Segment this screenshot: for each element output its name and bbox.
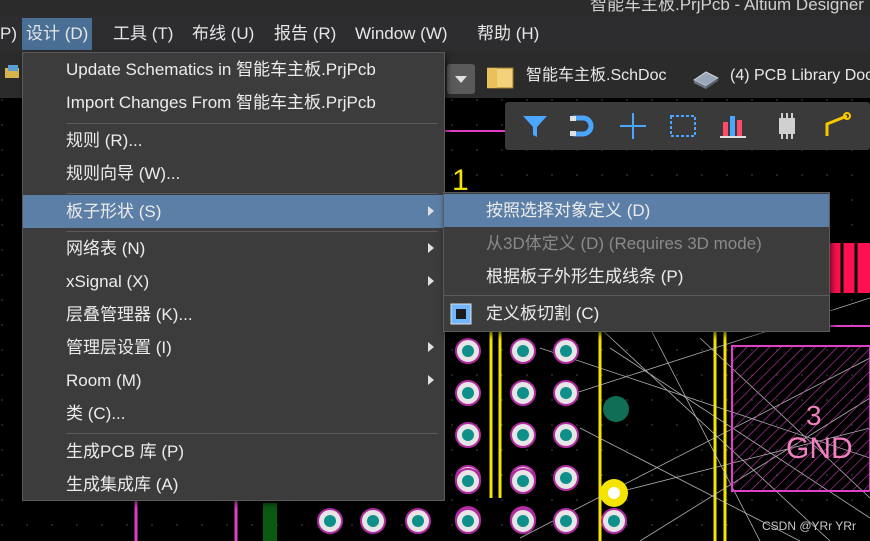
pad-hole bbox=[462, 429, 474, 441]
pad-hole bbox=[462, 345, 474, 357]
menu-item-rules[interactable]: 规则 (R)... bbox=[23, 124, 444, 157]
menu-help[interactable]: 帮助 (H) bbox=[473, 18, 543, 50]
menu-item-update-schematics[interactable]: Update Schematics in 智能车主板.PrjPcb bbox=[23, 53, 444, 86]
tab-pcblib[interactable]: (4) PCB Library Doc bbox=[730, 62, 870, 90]
menu-item-board-shape[interactable]: 板子形状 (S) bbox=[23, 195, 444, 228]
pad-hole bbox=[560, 472, 572, 484]
menu-divider bbox=[444, 295, 829, 296]
toolbar-icon[interactable] bbox=[4, 64, 22, 82]
component-icon[interactable] bbox=[771, 110, 803, 142]
window-title: 智能车主板.PrjPcb - Altium Designer bbox=[590, 0, 864, 14]
menu-item-make-pcb-library[interactable]: 生成PCB 库 (P) bbox=[23, 435, 444, 468]
menu-item-netlist[interactable]: 网络表 (N) bbox=[23, 232, 444, 265]
magnet-icon[interactable] bbox=[567, 110, 599, 142]
chevron-right-icon bbox=[428, 206, 434, 216]
route-icon[interactable] bbox=[821, 110, 853, 142]
menu-item-define-from-selected[interactable]: 按照选择对象定义 (D) bbox=[444, 194, 829, 227]
pad-hole bbox=[517, 345, 529, 357]
pad-hole bbox=[324, 515, 336, 527]
pad-hole bbox=[367, 515, 379, 527]
menu-item-rules-wizard[interactable]: 规则向导 (W)... bbox=[23, 157, 444, 190]
menu-tools[interactable]: 工具 (T) bbox=[109, 18, 177, 50]
pad-hole bbox=[462, 387, 474, 399]
pad-hole bbox=[517, 475, 529, 487]
align-icon[interactable] bbox=[717, 110, 749, 142]
pad-hole bbox=[560, 429, 572, 441]
chevron-down-icon[interactable] bbox=[447, 64, 475, 94]
pad-hole bbox=[560, 345, 572, 357]
watermark-text: CSDN @YRr YRr bbox=[762, 519, 856, 533]
chevron-right-icon bbox=[428, 276, 434, 286]
menu-item-make-integrated-library[interactable]: 生成集成库 (A) bbox=[23, 468, 444, 501]
menu-item-layer-stack-manager[interactable]: 层叠管理器 (K)... bbox=[23, 298, 444, 331]
tab-schdoc[interactable]: 智能车主板.SchDoc bbox=[526, 62, 666, 90]
board-shape-submenu: 按照选择对象定义 (D) 从3D体定义 (D) (Requires 3D mod… bbox=[443, 192, 830, 332]
menu-item-manage-layer-sets[interactable]: 管理层设置 (I) bbox=[23, 331, 444, 364]
menu-item-classes[interactable]: 类 (C)... bbox=[23, 397, 444, 430]
chevron-right-icon bbox=[428, 243, 434, 253]
design-menu: Update Schematics in 智能车主板.PrjPcb Import… bbox=[22, 52, 445, 501]
pad-hole bbox=[462, 475, 474, 487]
pad-hole bbox=[517, 515, 529, 527]
pad-hole bbox=[517, 429, 529, 441]
chevron-right-icon bbox=[428, 342, 434, 352]
pad-hole bbox=[560, 515, 572, 527]
pad-hole bbox=[608, 515, 620, 527]
menu-design[interactable]: 设计 (D) bbox=[22, 18, 93, 50]
menu-project[interactable]: P) bbox=[0, 18, 21, 50]
chevron-right-icon bbox=[428, 375, 434, 385]
menu-item-import-changes[interactable]: Import Changes From 智能车主板.PrjPcb bbox=[23, 86, 444, 119]
pad-hole bbox=[412, 515, 424, 527]
pad-hole bbox=[560, 387, 572, 399]
select-rect-icon[interactable] bbox=[667, 110, 699, 142]
filter-icon[interactable] bbox=[519, 110, 551, 142]
menu-window[interactable]: Window (W) bbox=[351, 18, 452, 50]
pad-number-label: 3 bbox=[806, 400, 822, 431]
menu-bar: P) 设计 (D) 工具 (T) 布线 (U) 报告 (R) Window (W… bbox=[0, 16, 870, 52]
board-cutout-icon bbox=[450, 303, 472, 325]
pad-net-label: GND bbox=[786, 432, 853, 465]
menu-item-room[interactable]: Room (M) bbox=[23, 364, 444, 397]
menu-item-define-board-cutout[interactable]: 定义板切割 (C) bbox=[444, 297, 829, 330]
pcb-active-toolbar bbox=[505, 102, 870, 150]
menu-divider bbox=[66, 193, 438, 194]
move-cross-icon[interactable] bbox=[617, 110, 649, 142]
menu-item-create-primitives-from-board[interactable]: 根据板子外形生成线条 (P) bbox=[444, 260, 829, 293]
pcb-library-icon bbox=[690, 66, 722, 90]
title-bar: 智能车主板.PrjPcb - Altium Designer bbox=[0, 0, 870, 16]
menu-route[interactable]: 布线 (U) bbox=[188, 18, 258, 50]
pad-hole bbox=[462, 515, 474, 527]
pad-hole bbox=[517, 387, 529, 399]
menu-reports[interactable]: 报告 (R) bbox=[270, 18, 340, 50]
menu-divider bbox=[66, 433, 438, 434]
schematic-doc-icon bbox=[486, 66, 517, 90]
menu-item-define-from-3d: 从3D体定义 (D) (Requires 3D mode) bbox=[486, 234, 762, 253]
menu-item-xsignal[interactable]: xSignal (X) bbox=[23, 265, 444, 298]
